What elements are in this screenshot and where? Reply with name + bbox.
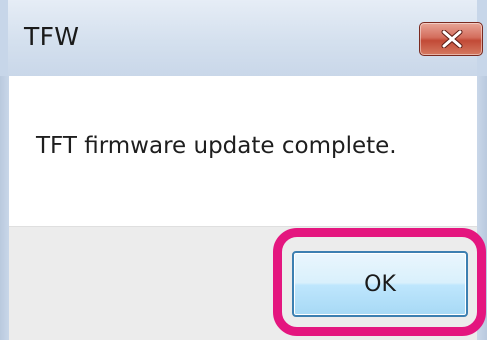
close-button[interactable] bbox=[419, 22, 483, 56]
window-frame-left bbox=[0, 76, 9, 340]
message-area: TFT firmware update complete. bbox=[9, 76, 477, 226]
message-dialog: TFW TFT firmware update complete. OK bbox=[0, 0, 487, 340]
close-icon bbox=[441, 30, 463, 48]
window-title: TFW bbox=[24, 22, 80, 51]
ok-button[interactable]: OK bbox=[292, 251, 468, 317]
message-text: TFT firmware update complete. bbox=[36, 133, 397, 159]
title-bar[interactable]: TFW bbox=[0, 0, 487, 76]
